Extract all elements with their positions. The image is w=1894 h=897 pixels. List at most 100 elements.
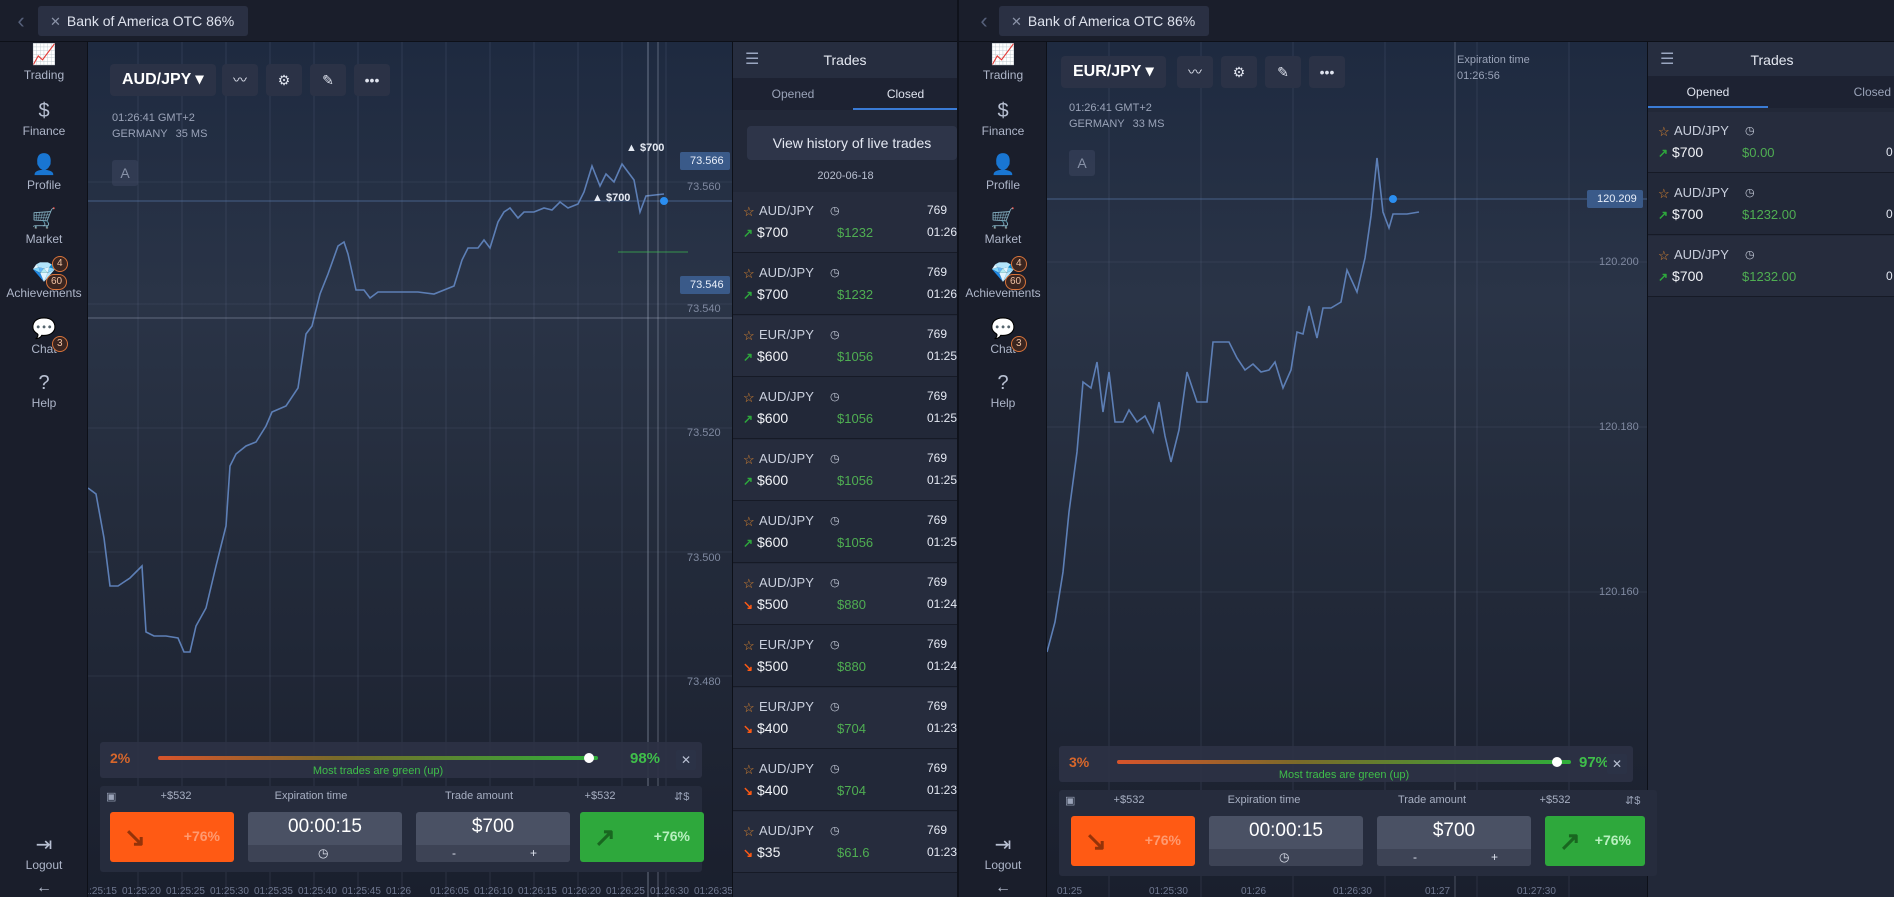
trade-symbol: EUR/JPY (759, 637, 814, 652)
panel-toggle-icon[interactable]: ▣ (1065, 794, 1075, 807)
sidebar-item-chat[interactable]: 💬 Chat (0, 316, 88, 370)
star-icon[interactable]: ☆ (743, 638, 755, 654)
increase-button[interactable]: + (530, 846, 537, 860)
clock-icon[interactable]: ◷ (1279, 850, 1289, 864)
up-payout: +76% (653, 828, 690, 844)
annotation-icon[interactable]: A (1069, 150, 1095, 176)
trade-row[interactable]: ☆ AUD/JPY ◷ ↗ $700 $1232 769 01:26 (733, 254, 957, 315)
sidebar-item-finance[interactable]: $ Finance (0, 98, 88, 152)
back-chevron-icon[interactable]: ‹ (973, 8, 995, 34)
indicators-icon[interactable]: ⚙ (1221, 56, 1257, 88)
tab-opened[interactable]: Opened (1648, 76, 1768, 108)
trade-amount: $600 (757, 534, 789, 550)
indicators-icon[interactable]: ⚙ (266, 64, 302, 96)
collapse-arrow-icon[interactable]: ← (959, 878, 1047, 897)
trade-row[interactable]: ☆ AUD/JPY ◷ ↗ $700 $1232.00 0 (1648, 236, 1894, 297)
amount-label: Trade amount (1397, 794, 1467, 806)
trade-row[interactable]: ☆ EUR/JPY ◷ ↘ $400 $704 769 01:23 (733, 688, 957, 749)
amount-field[interactable]: $700 - + (1377, 816, 1531, 866)
buy-up-button[interactable]: ↗ +76% (580, 812, 704, 862)
star-icon[interactable]: ☆ (743, 328, 755, 344)
star-icon[interactable]: ☆ (743, 576, 755, 592)
trade-row[interactable]: ☆ AUD/JPY ◷ ↘ $400 $704 769 01:23 (733, 750, 957, 811)
amount-field[interactable]: $700 - + (416, 812, 570, 862)
star-icon[interactable]: ☆ (1658, 248, 1670, 264)
asset-selector[interactable]: AUD/JPY ▾ (110, 64, 216, 96)
star-icon[interactable]: ☆ (743, 824, 755, 840)
sell-down-button[interactable]: ↘ +76% (110, 812, 234, 862)
sidebar-item-achievements[interactable]: 💎 Achievements (0, 260, 88, 314)
sidebar-item-market[interactable]: 🛒 Market (0, 206, 88, 260)
sidebar-item-profile[interactable]: 👤 Profile (0, 152, 88, 206)
asset-tab[interactable]: ✕ Bank of America OTC 86% (38, 6, 249, 36)
trade-row[interactable]: ☆ AUD/JPY ◷ ↘ $35 $61.6 769 01:23 (733, 812, 957, 873)
price-chart[interactable]: AUD/JPY ▾ 〰 ⚙ ✎ ••• 01:26:41 GMT+2 GERMA… (88, 42, 732, 897)
tab-closed[interactable]: Closed (1768, 76, 1894, 108)
annotation-icon[interactable]: A (112, 160, 138, 186)
sell-down-button[interactable]: ↘ +76% (1071, 816, 1195, 866)
star-icon[interactable]: ☆ (743, 390, 755, 406)
sidebar-item-trading[interactable]: 📈 Trading (0, 42, 88, 96)
price-line (1047, 157, 1420, 653)
close-icon[interactable]: ✕ (676, 750, 696, 770)
trades-panel: ☰ Trades Opened Closed ☆ AUD/JPY ◷ ↗ $700 $0.0… (1647, 42, 1894, 897)
sidebar-item-label: Achievements (6, 286, 82, 300)
star-icon[interactable]: ☆ (743, 266, 755, 282)
asset-selector[interactable]: EUR/JPY ▾ (1061, 56, 1166, 88)
trade-row[interactable]: ☆ AUD/JPY ◷ ↗ $600 $1056 769 01:25 (733, 502, 957, 563)
trade-symbol: AUD/JPY (759, 389, 814, 404)
star-icon[interactable]: ☆ (1658, 124, 1670, 140)
sidebar-item-trading[interactable]: 📈 Trading (959, 42, 1047, 96)
expiration-field[interactable]: 00:00:15 ◷ (1209, 816, 1363, 866)
drawing-brush-icon[interactable]: ✎ (1265, 56, 1301, 88)
trade-row[interactable]: ☆ EUR/JPY ◷ ↗ $600 $1056 769 01:25 (733, 316, 957, 377)
trade-row[interactable]: ☆ AUD/JPY ◷ ↗ $700 $1232 769 01:26 (733, 192, 957, 253)
increase-button[interactable]: + (1491, 850, 1498, 864)
buy-up-button[interactable]: ↗ +76% (1545, 816, 1645, 866)
close-icon[interactable]: ✕ (1607, 754, 1627, 774)
sidebar-item-profile[interactable]: 👤 Profile (959, 152, 1047, 206)
clock-icon[interactable]: ◷ (318, 846, 328, 860)
x-tick: 01:26 (386, 886, 412, 897)
view-history-button[interactable]: View history of live trades (747, 126, 957, 160)
collapse-arrow-icon[interactable]: ← (0, 878, 88, 897)
star-icon[interactable]: ☆ (743, 514, 755, 530)
star-icon[interactable]: ☆ (1658, 186, 1670, 202)
currency-switch-icon[interactable]: ⇵$ (1625, 794, 1640, 807)
sidebar-item-achievements[interactable]: 💎 Achievements (959, 260, 1047, 314)
tab-closed[interactable]: Closed (853, 78, 957, 110)
sidebar-item-help[interactable]: ? Help (959, 370, 1047, 424)
more-icon[interactable]: ••• (1309, 56, 1345, 88)
sidebar-item-chat[interactable]: 💬 Chat (959, 316, 1047, 370)
decrease-button[interactable]: - (1413, 850, 1417, 864)
trade-row[interactable]: ☆ EUR/JPY ◷ ↘ $500 $880 769 01:24 (733, 626, 957, 687)
expiration-field[interactable]: 00:00:15 ◷ (248, 812, 402, 862)
star-icon[interactable]: ☆ (743, 204, 755, 220)
trade-row[interactable]: ☆ AUD/JPY ◷ ↗ $600 $1056 769 01:25 (733, 440, 957, 501)
sidebar-item-finance[interactable]: $ Finance (959, 98, 1047, 152)
trade-row[interactable]: ☆ AUD/JPY ◷ ↗ $700 $0.00 0 (1648, 112, 1894, 173)
more-icon[interactable]: ••• (354, 64, 390, 96)
star-icon[interactable]: ☆ (743, 452, 755, 468)
currency-switch-icon[interactable]: ⇵$ (674, 790, 689, 803)
trade-row[interactable]: ☆ AUD/JPY ◷ ↗ $600 $1056 769 01:25 (733, 378, 957, 439)
panel-toggle-icon[interactable]: ▣ (106, 790, 116, 803)
drawing-brush-icon[interactable]: ✎ (310, 64, 346, 96)
star-icon[interactable]: ☆ (743, 700, 755, 716)
tab-opened[interactable]: Opened (733, 78, 853, 110)
back-chevron-icon[interactable]: ‹ (10, 8, 32, 34)
sidebar-item-help[interactable]: ? Help (0, 370, 88, 424)
chart-type-icon[interactable]: 〰 (1177, 56, 1213, 88)
trade-row[interactable]: ☆ AUD/JPY ◷ ↘ $500 $880 769 01:24 (733, 564, 957, 625)
close-icon[interactable]: ✕ (1011, 14, 1022, 29)
trade-row[interactable]: ☆ AUD/JPY ◷ ↗ $700 $1232.00 0 (1648, 174, 1894, 235)
decrease-button[interactable]: - (452, 846, 456, 860)
asset-tab[interactable]: ✕ Bank of America OTC 86% (999, 6, 1210, 36)
expiration-marker-time: 01:26:56 (1457, 70, 1500, 82)
chart-type-icon[interactable]: 〰 (222, 64, 258, 96)
close-icon[interactable]: ✕ (50, 14, 61, 29)
sidebar-item-market[interactable]: 🛒 Market (959, 206, 1047, 260)
star-icon[interactable]: ☆ (743, 762, 755, 778)
amount-value: $700 (471, 816, 515, 837)
arrow-up-icon: ↗ (743, 536, 754, 550)
